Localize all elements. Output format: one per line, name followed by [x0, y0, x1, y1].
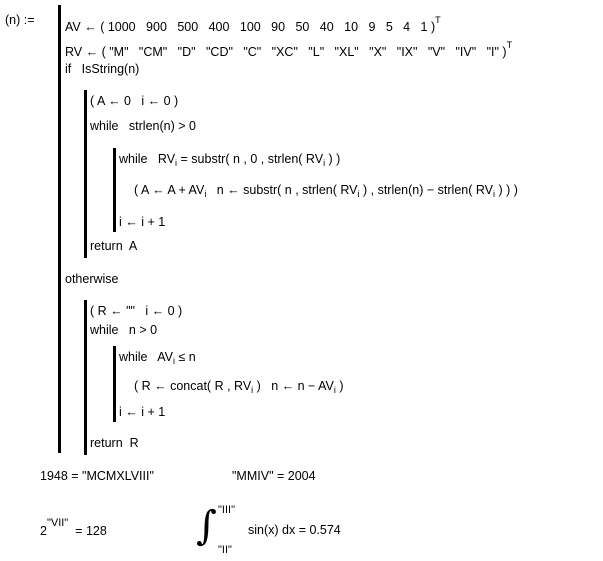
expression-token: while AV: [119, 350, 173, 364]
program-line-update-r[interactable]: ( R ← concat( R , RVi ) n ← n − AVi ): [134, 379, 344, 397]
expression-token: T: [506, 40, 513, 50]
expression-token: otherwise: [65, 272, 119, 286]
program-bar-otherwise: [84, 300, 87, 455]
program-line-while-strlen[interactable]: while strlen(n) > 0: [90, 119, 196, 133]
program-line-init-a[interactable]: ( A ← 0 i ← 0 ): [90, 94, 178, 108]
expression-token: while strlen(n) > 0: [90, 119, 196, 133]
expression-token: while n > 0: [90, 323, 158, 337]
program-bar-while-2: [113, 346, 116, 422]
expression-token: i ← i + 1: [119, 215, 166, 229]
result-1948[interactable]: 1948 = "MCMXLVIII": [40, 469, 154, 483]
integral-sign-icon: ∫: [196, 503, 217, 549]
program-bar-if: [84, 90, 87, 258]
power-exponent: "VII": [46, 517, 69, 529]
mathcad-worksheet: (n) := AV ← ( 1000 900 500 400 100 90 50…: [0, 0, 603, 561]
expression-token: ) ) ): [495, 183, 518, 197]
integral-lower-limit: "II": [218, 544, 232, 556]
expression-token: return A: [90, 239, 138, 253]
integral-upper-limit: "III": [218, 504, 235, 516]
program-line-otherwise[interactable]: otherwise: [65, 272, 119, 286]
power-base: 2: [40, 524, 47, 538]
expression-token: ) n ← n − AV: [253, 379, 334, 393]
expression-token: AV ← ( 1000 900 500 400 100 90 50 40 10 …: [65, 20, 436, 34]
program-line-av[interactable]: AV ← ( 1000 900 500 400 100 90 50 40 10 …: [65, 13, 441, 34]
expression-token: ( A ← 0 i ← 0 ): [90, 94, 179, 108]
result-power[interactable]: 2"VII" = 128: [40, 516, 107, 538]
program-line-while-av[interactable]: while AVi ≤ n: [119, 350, 196, 368]
expression-token: ( A ← A + AV: [134, 183, 205, 197]
program-line-rv[interactable]: RV ← ( "M" "CM" "D" "CD" "C" "XC" "L" "X…: [65, 38, 512, 59]
expression-token: if IsString(n): [65, 62, 140, 76]
integral-result[interactable]: sin(x) dx = 0.574: [248, 523, 341, 537]
program-line-return-r[interactable]: return R: [90, 436, 139, 450]
expression-token: while RV: [119, 152, 176, 166]
function-lhs: (n) :=: [5, 13, 35, 27]
expression-token: i ← i + 1: [119, 405, 166, 419]
expression-token: return R: [90, 436, 139, 450]
expression-token: ( R ← "" i ← 0 ): [90, 304, 183, 318]
expression-token: ≤ n: [174, 350, 196, 364]
program-line-if[interactable]: if IsString(n): [65, 62, 139, 76]
program-bar-main: [58, 5, 61, 453]
expression-token: ): [335, 379, 344, 393]
expression-token: n ← substr( n , strlen( RV: [206, 183, 358, 197]
result-mmiv[interactable]: "MMIV" = 2004: [232, 469, 316, 483]
expression-token: ( R ← concat( R , RV: [134, 379, 252, 393]
expression-token: T: [435, 15, 441, 25]
program-line-inc-2[interactable]: i ← i + 1: [119, 405, 165, 419]
program-line-while-n[interactable]: while n > 0: [90, 323, 157, 337]
expression-token: RV ← ( "M" "CM" "D" "CD" "C" "XC" "L" "X…: [65, 45, 507, 59]
program-line-init-r[interactable]: ( R ← "" i ← 0 ): [90, 304, 182, 318]
expression-token: = substr( n , 0 , strlen( RV: [177, 152, 324, 166]
expression-token: ) , strlen(n) − strlen( RV: [359, 183, 493, 197]
expression-token: ) ): [325, 152, 341, 166]
power-rhs: = 128: [75, 524, 107, 538]
program-line-while-rv[interactable]: while RVi = substr( n , 0 , strlen( RVi …: [119, 152, 340, 170]
program-line-update-a[interactable]: ( A ← A + AVi n ← substr( n , strlen( RV…: [134, 183, 518, 201]
program-bar-while-1: [113, 148, 116, 232]
program-line-inc-1[interactable]: i ← i + 1: [119, 215, 165, 229]
program-line-return-a[interactable]: return A: [90, 239, 137, 253]
